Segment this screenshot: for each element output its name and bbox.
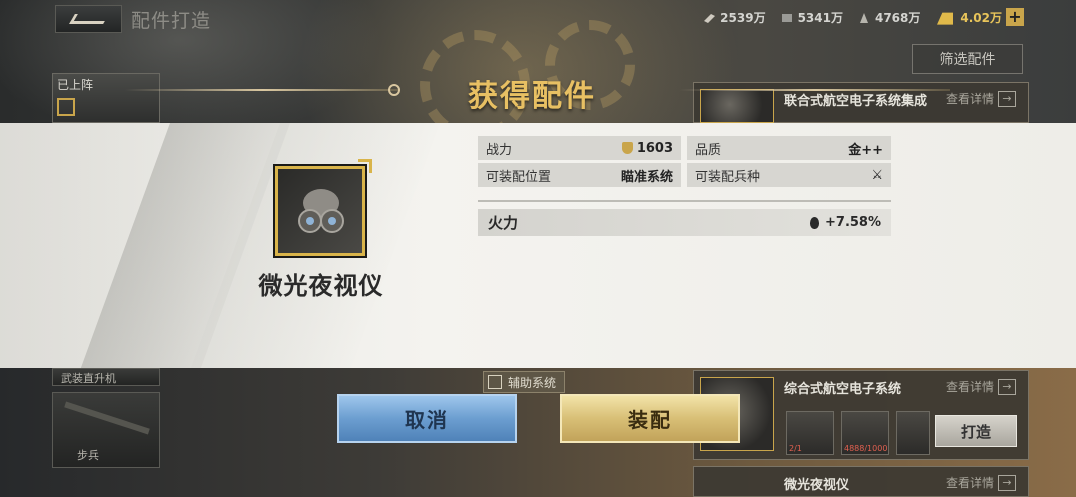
unit-label: 步兵 xyxy=(77,449,99,462)
frame-corner xyxy=(358,159,372,173)
equip-button[interactable]: 装配 xyxy=(560,394,740,443)
title-line-right xyxy=(680,89,950,91)
arrow-right-icon: → xyxy=(998,378,1016,395)
add-gold-button[interactable]: + xyxy=(1006,8,1024,26)
material-count: 2/1 xyxy=(789,444,802,453)
material-slot[interactable]: 4888/1000 xyxy=(841,411,889,455)
top-bar: 配件打造 2539万 5341万 4768万 4.02万 + xyxy=(0,0,1076,40)
cancel-button[interactable]: 取消 xyxy=(337,394,517,443)
accessory-list-item[interactable]: 微光夜视仪 查看详情 → xyxy=(693,466,1029,497)
back-button[interactable] xyxy=(55,5,122,33)
resource-cube[interactable]: 5341万 xyxy=(780,9,843,26)
unit-label: 武装直升机 xyxy=(61,372,116,385)
item-icon-frame[interactable] xyxy=(275,159,372,256)
resource-gold[interactable]: 4.02万 xyxy=(934,9,1002,26)
rifle-icon xyxy=(64,401,150,435)
unit-type-icon: ⚔ xyxy=(871,167,883,183)
accessory-thumbnail xyxy=(700,89,774,123)
accessory-name: 微光夜视仪 xyxy=(784,478,850,493)
modal-title: 获得配件 xyxy=(468,79,596,114)
arrow-right-icon: → xyxy=(998,474,1016,491)
stat-power: 战力 1603 xyxy=(478,136,681,160)
power-shield-icon xyxy=(621,142,633,154)
category-tag: 辅助系统 xyxy=(483,371,566,393)
accessory-name: 联合式航空电子系统集成 xyxy=(784,94,928,109)
craft-button[interactable]: 打造 xyxy=(935,415,1017,447)
attribute-firepower: 火力 +7.58% xyxy=(478,209,891,236)
view-details-link[interactable]: 查看详情 → xyxy=(946,474,1016,491)
deployed-card[interactable]: 已上阵 xyxy=(52,73,160,123)
filter-button[interactable]: 筛选配件 xyxy=(912,44,1023,74)
unit-card-infantry[interactable]: 步兵 xyxy=(52,392,160,468)
fuel-icon xyxy=(859,12,868,23)
unit-badge-icon xyxy=(57,98,75,116)
view-details-link[interactable]: 查看详情 → xyxy=(946,90,1016,107)
gold-bar-icon xyxy=(937,12,954,25)
page-title: 配件打造 xyxy=(131,10,212,32)
back-arrow-icon xyxy=(68,14,109,24)
cube-icon xyxy=(781,13,792,22)
stat-unit-type: 可装配兵种 ⚔ xyxy=(687,163,891,187)
stat-slot: 可装配位置 瞄准系统 xyxy=(478,163,681,187)
category-icon xyxy=(488,375,502,389)
accessory-list-item[interactable]: 综合式航空电子系统 查看详情 → 2/1 4888/1000 打造 xyxy=(693,370,1029,460)
night-vision-goggles-icon xyxy=(298,189,344,233)
stat-quality: 品质 金++ xyxy=(687,136,891,160)
flame-icon xyxy=(810,216,819,229)
resource-bar: 2539万 5341万 4768万 4.02万 xyxy=(702,9,1002,26)
material-slot[interactable]: 2/1 xyxy=(786,411,834,455)
material-slot[interactable] xyxy=(896,411,930,455)
title-dot-left xyxy=(388,84,400,96)
resource-fuel[interactable]: 4768万 xyxy=(857,9,920,26)
arrow-right-icon: → xyxy=(998,90,1016,107)
deployed-label: 已上阵 xyxy=(57,78,94,92)
unit-card-helicopter[interactable]: 武装直升机 xyxy=(52,368,160,386)
material-count: 4888/1000 xyxy=(844,444,888,453)
title-line-left xyxy=(125,89,400,91)
stats-divider xyxy=(478,200,891,202)
view-details-link[interactable]: 查看详情 → xyxy=(946,378,1016,395)
resource-diamond[interactable]: 2539万 xyxy=(702,9,766,26)
accessory-name: 综合式航空电子系统 xyxy=(784,382,902,397)
item-name: 微光夜视仪 xyxy=(258,272,384,300)
diamond-stack-icon xyxy=(704,13,716,23)
